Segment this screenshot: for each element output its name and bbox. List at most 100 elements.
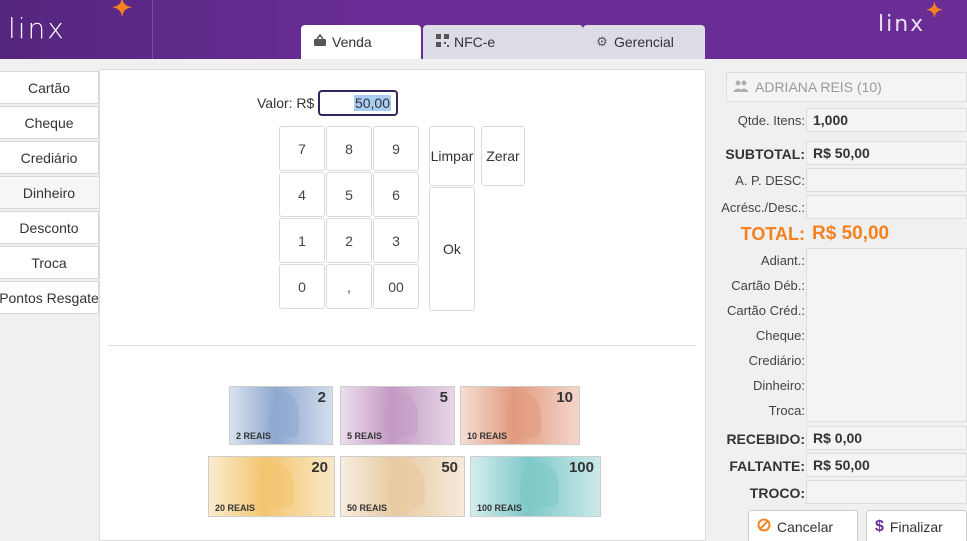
key-8[interactable]: 8 bbox=[326, 126, 372, 171]
payment-method-menu: Cartão Cheque Crediário Dinheiro Descont… bbox=[0, 71, 99, 316]
key-00[interactable]: 00 bbox=[373, 264, 419, 309]
banknote-5[interactable]: 5 5 REAIS bbox=[340, 386, 455, 445]
customer-field[interactable]: ADRIANA REIS (10) bbox=[726, 72, 967, 102]
key-1[interactable]: 1 bbox=[279, 218, 325, 263]
tab-label: NFC-e bbox=[454, 34, 496, 50]
banknote-value: 2 bbox=[317, 389, 326, 406]
recebido-field: R$ 0,00 bbox=[806, 426, 967, 450]
key-comma[interactable]: , bbox=[326, 264, 372, 309]
banknote-10[interactable]: 10 10 REAIS bbox=[460, 386, 580, 445]
total-value: R$ 50,00 bbox=[812, 223, 890, 244]
finalizar-button[interactable]: $ Finalizar bbox=[866, 510, 967, 541]
sale-summary: ADRIANA REIS (10) Qtde. Itens: 1,000 SUB… bbox=[718, 69, 967, 541]
portrait-icon bbox=[387, 463, 425, 507]
faltante-label: FALTANTE: bbox=[729, 458, 805, 474]
banknote-small-value: 10 REAIS bbox=[467, 431, 508, 441]
dollar-icon: $ bbox=[875, 517, 884, 535]
key-7[interactable]: 7 bbox=[279, 126, 325, 171]
banknote-value: 50 bbox=[441, 459, 458, 476]
banknote-100[interactable]: 100 100 REAIS bbox=[470, 456, 601, 517]
customer-name: ADRIANA REIS (10) bbox=[755, 79, 882, 95]
tab-label: Venda bbox=[332, 34, 372, 50]
menu-item-cartao[interactable]: Cartão bbox=[0, 71, 99, 104]
banknote-value: 100 bbox=[568, 459, 594, 476]
banknote-small-value: 5 REAIS bbox=[347, 431, 383, 441]
valor-value: 50,00 bbox=[353, 95, 391, 111]
crediario-label: Crediário: bbox=[748, 353, 805, 368]
limpar-button[interactable]: Limpar bbox=[429, 126, 475, 186]
cartao-cred-label: Cartão Créd.: bbox=[726, 303, 805, 318]
banknote-value: 5 bbox=[439, 389, 448, 406]
total-label: TOTAL: bbox=[740, 224, 805, 244]
cancel-icon bbox=[757, 518, 771, 535]
ap-desc-field[interactable] bbox=[806, 168, 967, 192]
key-4[interactable]: 4 bbox=[279, 172, 325, 217]
adiant-label: Adiant.: bbox=[760, 253, 805, 268]
troca-label: Troca: bbox=[768, 403, 805, 418]
cancel-label: Cancelar bbox=[777, 518, 834, 535]
ap-desc-label: A. P. DESC: bbox=[735, 173, 805, 188]
menu-item-dinheiro[interactable]: Dinheiro bbox=[0, 176, 99, 209]
tab-nfce[interactable]: NFC-e bbox=[423, 25, 583, 59]
payment-panel: Valor: R$ 50,00 7 8 9 4 5 6 1 2 3 0 , 00… bbox=[99, 69, 706, 541]
portrait-icon bbox=[256, 463, 294, 507]
portrait-icon bbox=[383, 393, 418, 437]
menu-item-crediario[interactable]: Crediário bbox=[0, 141, 99, 174]
qrcode-icon bbox=[434, 34, 450, 50]
subtotal-label: SUBTOTAL: bbox=[725, 146, 805, 162]
tab-label: Gerencial bbox=[614, 34, 674, 50]
valor-input[interactable]: 50,00 bbox=[318, 90, 398, 116]
banknote-20[interactable]: 20 20 REAIS bbox=[208, 456, 335, 517]
linx-logo: linx ✦ bbox=[0, 0, 153, 59]
portrait-icon bbox=[268, 393, 300, 437]
banknote-small-value: 2 REAIS bbox=[236, 431, 272, 441]
recebido-label: RECEBIDO: bbox=[726, 431, 805, 447]
zerar-button[interactable]: Zerar bbox=[481, 126, 525, 186]
users-icon bbox=[733, 79, 749, 95]
menu-item-cheque[interactable]: Cheque bbox=[0, 106, 99, 139]
menu-item-pontos-resgate[interactable]: Pontos Resgate bbox=[0, 281, 99, 314]
linx-logo-small: linx ✦ bbox=[878, 0, 943, 37]
cancel-button[interactable]: Cancelar bbox=[748, 510, 858, 541]
banknote-small-value: 20 REAIS bbox=[215, 503, 256, 513]
portrait-icon bbox=[505, 393, 542, 437]
key-3[interactable]: 3 bbox=[373, 218, 419, 263]
key-6[interactable]: 6 bbox=[373, 172, 419, 217]
dinheiro-label: Dinheiro: bbox=[752, 378, 805, 393]
key-9[interactable]: 9 bbox=[373, 126, 419, 171]
portrait-icon bbox=[520, 463, 559, 507]
numeric-keypad: 7 8 9 4 5 6 1 2 3 0 , 00 bbox=[279, 126, 422, 311]
faltante-field: R$ 50,00 bbox=[806, 453, 967, 477]
key-2[interactable]: 2 bbox=[326, 218, 372, 263]
cheque-label: Cheque: bbox=[755, 328, 805, 343]
banknote-value: 20 bbox=[311, 459, 328, 476]
key-0[interactable]: 0 bbox=[279, 264, 325, 309]
qtde-label: Qtde. Itens: bbox=[737, 113, 805, 128]
troco-field bbox=[806, 480, 967, 504]
tab-venda[interactable]: Venda bbox=[301, 25, 421, 59]
logo-text: linx bbox=[878, 12, 926, 37]
acresc-desc-label: Acrésc./Desc.: bbox=[721, 200, 805, 215]
troco-label: TROCO: bbox=[749, 485, 805, 501]
banknote-value: 10 bbox=[556, 389, 573, 406]
qtde-field: 1,000 bbox=[806, 108, 967, 132]
valor-label: Valor: R$ bbox=[257, 95, 315, 111]
basket-icon bbox=[312, 33, 328, 50]
acresc-desc-field[interactable] bbox=[806, 195, 967, 219]
app-header: linx ✦ Venda NFC-e ⚙ Gerencial linx ✦ bbox=[0, 0, 967, 59]
cartao-deb-label: Cartão Déb.: bbox=[731, 278, 805, 293]
key-5[interactable]: 5 bbox=[326, 172, 372, 217]
banknote-50[interactable]: 50 50 REAIS bbox=[340, 456, 465, 517]
ok-button[interactable]: Ok bbox=[429, 187, 475, 311]
banknote-small-value: 50 REAIS bbox=[347, 503, 388, 513]
logo-spark-icon: ✦ bbox=[112, 0, 133, 22]
subtotal-field: R$ 50,00 bbox=[806, 141, 967, 165]
banknote-small-value: 100 REAIS bbox=[477, 503, 523, 513]
divider bbox=[108, 345, 696, 346]
tab-gerencial[interactable]: ⚙ Gerencial bbox=[583, 25, 705, 59]
banknote-2[interactable]: 2 2 REAIS bbox=[229, 386, 333, 445]
logo-text: linx bbox=[8, 12, 66, 45]
menu-item-troca[interactable]: Troca bbox=[0, 246, 99, 279]
menu-item-desconto[interactable]: Desconto bbox=[0, 211, 99, 244]
finalizar-label: Finalizar bbox=[889, 518, 943, 535]
